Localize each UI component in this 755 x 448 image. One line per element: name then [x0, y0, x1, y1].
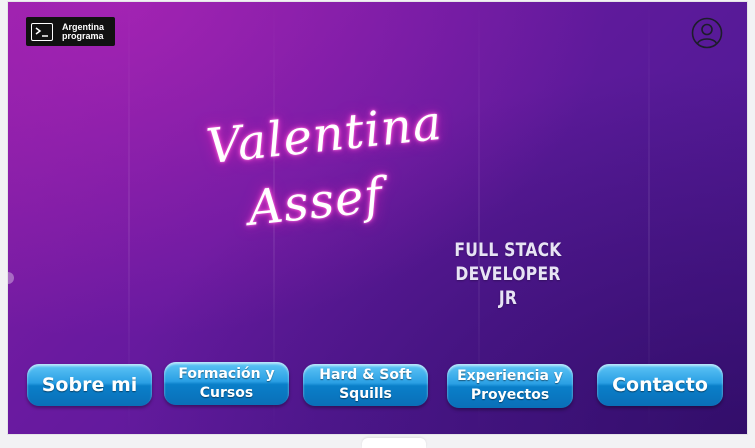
hero-section: Argentina programa Valentina Assef FULL … — [8, 2, 747, 434]
skills-button[interactable]: Hard & Soft Squills — [303, 364, 428, 406]
bottom-scroll-tab[interactable] — [362, 438, 426, 448]
experience-label: Experiencia y Proyectos — [457, 367, 563, 405]
role-line-2: JR — [498, 287, 518, 309]
hero-first-name: Valentina — [203, 94, 445, 176]
skills-line-2: Squills — [339, 386, 392, 402]
experience-line-2: Proyectos — [470, 387, 550, 403]
role-line-1: FULL STACK DEVELOPER — [454, 239, 562, 285]
skills-label: Hard & Soft Squills — [319, 366, 412, 404]
education-button[interactable]: Formación y Cursos — [164, 362, 289, 405]
user-circle-icon[interactable] — [691, 17, 723, 49]
contact-button[interactable]: Contacto — [597, 364, 723, 406]
experience-button[interactable]: Experiencia y Proyectos — [447, 364, 573, 408]
experience-line-1: Experiencia y — [457, 368, 563, 384]
logo-line-2: programa — [62, 30, 104, 41]
argentina-programa-logo[interactable]: Argentina programa — [26, 17, 115, 46]
hero-role: FULL STACK DEVELOPER JR — [410, 238, 607, 310]
logo-text: Argentina programa — [62, 22, 104, 41]
education-line-2: Cursos — [199, 384, 254, 401]
about-button[interactable]: Sobre mi — [27, 364, 152, 406]
education-line-1: Formación y — [178, 365, 275, 382]
skills-line-1: Hard & Soft — [319, 367, 412, 383]
education-label: Formación y Cursos — [178, 365, 274, 403]
carousel-edge-marker — [8, 272, 14, 284]
terminal-prompt-icon — [31, 22, 53, 41]
hero-last-name: Assef — [245, 167, 386, 237]
